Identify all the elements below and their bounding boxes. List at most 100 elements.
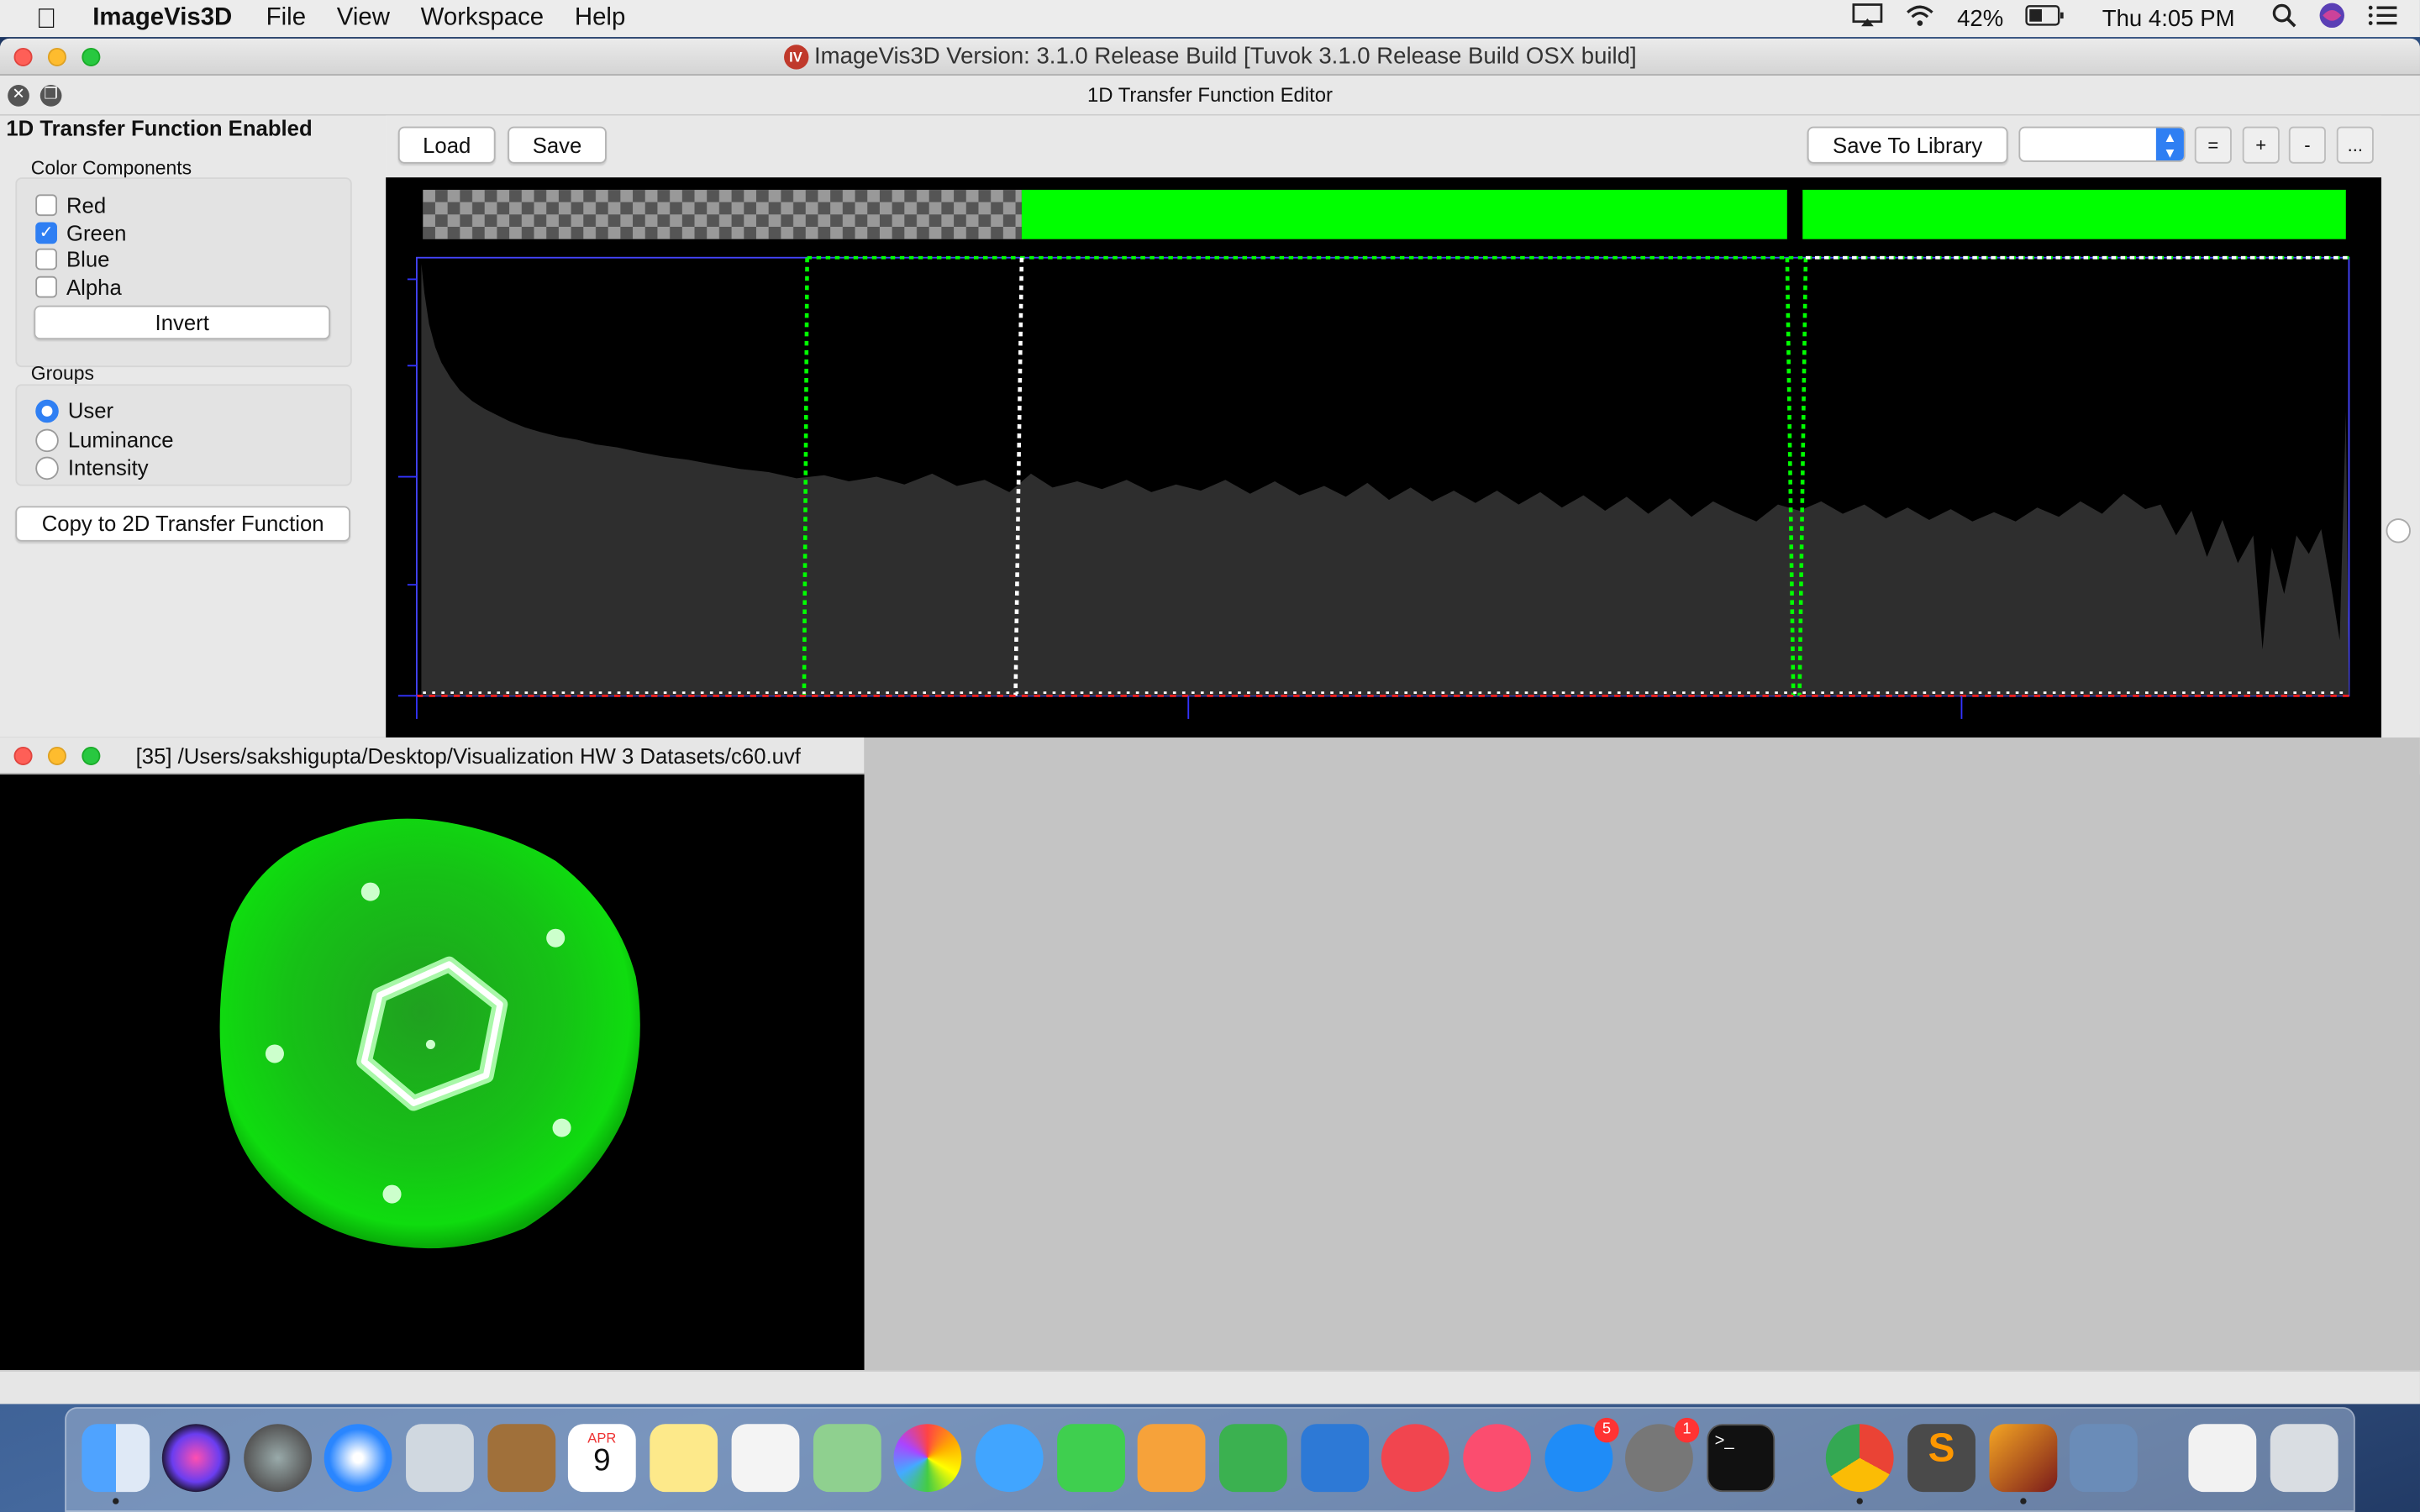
- photos-icon[interactable]: [893, 1424, 962, 1493]
- render-window-titlebar[interactable]: [35] /Users/sakshigupta/Desktop/Visualiz…: [0, 737, 865, 775]
- window-title: ImageVis3D Version: 3.1.0 Release Build …: [814, 43, 1637, 70]
- sublime-icon[interactable]: S: [1907, 1424, 1975, 1493]
- intensity-radio-circle[interactable]: [35, 455, 59, 480]
- blue-checkbox[interactable]: Blue: [35, 247, 109, 271]
- list-icon[interactable]: [2367, 3, 2398, 34]
- news-icon[interactable]: [1381, 1424, 1449, 1493]
- user-radio-label: User: [67, 397, 114, 423]
- copy-to-2d-button[interactable]: Copy to 2D Transfer Function: [15, 506, 350, 542]
- slider-knob[interactable]: [2386, 518, 2411, 543]
- imagevis3d-dock-icon[interactable]: [1989, 1424, 2058, 1504]
- terminal-icon[interactable]: >_: [1707, 1424, 1776, 1493]
- load-button[interactable]: Load: [397, 126, 496, 164]
- mail-icon[interactable]: [406, 1424, 474, 1493]
- clock[interactable]: Thu 4:05 PM: [2102, 5, 2235, 31]
- zoom-button[interactable]: [82, 47, 101, 66]
- keynote-icon[interactable]: [1301, 1424, 1370, 1493]
- menu-app-name[interactable]: ImageVis3D: [92, 5, 250, 33]
- blue-checkbox-box[interactable]: [35, 248, 57, 270]
- minus-button[interactable]: -: [2288, 126, 2326, 164]
- finder-icon[interactable]: [82, 1424, 150, 1504]
- reminders-icon[interactable]: [731, 1424, 800, 1493]
- notes-icon[interactable]: [650, 1424, 718, 1493]
- render-window-title: [35] /Users/sakshigupta/Desktop/Visualiz…: [135, 743, 801, 769]
- red-checkbox[interactable]: Red: [35, 193, 106, 218]
- save-button[interactable]: Save: [508, 126, 607, 164]
- appstore-icon[interactable]: 5: [1544, 1417, 1619, 1493]
- blue-checkbox-label: Blue: [66, 246, 110, 272]
- plus-button[interactable]: +: [2242, 126, 2280, 164]
- panel-splitter[interactable]: [2381, 115, 2420, 775]
- menu-help[interactable]: Help: [559, 5, 640, 33]
- menu-workspace[interactable]: Workspace: [405, 5, 559, 33]
- red-checkbox-box[interactable]: [35, 194, 57, 217]
- music-icon[interactable]: [1463, 1424, 1532, 1493]
- chrome-icon[interactable]: [1825, 1424, 1894, 1504]
- render-area: [35] /Users/sakshigupta/Desktop/Visualiz…: [0, 737, 2420, 1404]
- tf-editor-titlebar[interactable]: ✕ ❐ 1D Transfer Function Editor: [0, 75, 2420, 116]
- c60-render-view[interactable]: [0, 737, 865, 1333]
- airplay-icon[interactable]: [1852, 3, 1883, 34]
- invert-button[interactable]: Invert: [34, 305, 331, 340]
- dock-float-icon[interactable]: ❐: [39, 85, 62, 107]
- more-button[interactable]: ...: [2336, 126, 2374, 164]
- tf-plot-svg[interactable]: [386, 177, 2381, 774]
- minimize-button[interactable]: [47, 47, 66, 66]
- calendar-icon[interactable]: APR 9: [567, 1424, 636, 1493]
- appstore-badge: 5: [1594, 1417, 1619, 1443]
- facetime-icon[interactable]: [1057, 1424, 1125, 1493]
- pages-icon[interactable]: [1137, 1424, 1206, 1493]
- main-window: IV ImageVis3D Version: 3.1.0 Release Buil…: [0, 38, 2420, 1404]
- system-preferences-icon[interactable]: 1: [1625, 1417, 1700, 1493]
- color-preview-green-1: [1021, 189, 1787, 239]
- green-checkbox-label: Green: [66, 220, 127, 246]
- user-radio-circle[interactable]: [35, 398, 59, 423]
- close-button[interactable]: [13, 47, 33, 66]
- dock-close-icon[interactable]: ✕: [8, 85, 29, 107]
- green-checkbox-box[interactable]: ✓: [35, 222, 57, 244]
- contacts-icon[interactable]: [487, 1424, 556, 1493]
- user-radio[interactable]: User: [35, 398, 113, 423]
- preview-icon[interactable]: [2070, 1424, 2138, 1493]
- wifi-icon[interactable]: [1905, 3, 1936, 34]
- luminance-radio[interactable]: Luminance: [35, 428, 174, 452]
- equal-button[interactable]: =: [2194, 126, 2232, 164]
- save-to-library-button[interactable]: Save To Library: [1807, 126, 2008, 164]
- c60-molecule: [219, 818, 640, 1249]
- tf-enabled-label: 1D Transfer Function Enabled: [6, 115, 313, 141]
- alpha-checkbox[interactable]: Alpha: [35, 275, 122, 299]
- siri-icon[interactable]: [2318, 2, 2346, 35]
- numbers-icon[interactable]: [1218, 1424, 1287, 1493]
- menu-view[interactable]: View: [321, 5, 405, 33]
- menu-file[interactable]: File: [250, 5, 321, 33]
- tf-editor-panel: ✕ ❐ 1D Transfer Function Editor 1D Trans…: [0, 75, 2420, 775]
- render-close-button[interactable]: [13, 746, 33, 766]
- histogram-area: [421, 264, 2349, 696]
- launchpad-icon[interactable]: [244, 1424, 313, 1493]
- intensity-radio[interactable]: Intensity: [35, 455, 149, 480]
- library-select[interactable]: ▲ ▼: [2018, 126, 2186, 162]
- document-icon[interactable]: [2188, 1424, 2257, 1493]
- color-components-group: Red ✓ Green Blue Alpha Invert: [15, 177, 352, 368]
- apple-icon[interactable]: : [0, 3, 92, 35]
- trash-icon[interactable]: [2270, 1424, 2338, 1493]
- safari-icon[interactable]: [324, 1424, 392, 1493]
- render-window[interactable]: [35] /Users/sakshigupta/Desktop/Visualiz…: [0, 737, 865, 1370]
- maps-icon[interactable]: [813, 1424, 881, 1493]
- battery-icon[interactable]: [2025, 5, 2065, 33]
- menu-bar:  ImageVis3D File View Workspace Help 42…: [0, 0, 2420, 38]
- tf-histogram-canvas[interactable]: [386, 177, 2382, 775]
- search-icon[interactable]: [2272, 3, 2296, 34]
- luminance-radio-circle[interactable]: [35, 428, 59, 452]
- alpha-checkbox-box[interactable]: [35, 276, 57, 298]
- render-minimize-button[interactable]: [47, 746, 66, 766]
- color-preview-checker: [423, 189, 1022, 239]
- green-checkbox[interactable]: ✓ Green: [35, 221, 126, 245]
- chevron-updown-icon[interactable]: ▲ ▼: [2155, 128, 2184, 161]
- alpha-checkbox-label: Alpha: [66, 274, 122, 300]
- render-zoom-button[interactable]: [82, 746, 101, 766]
- siri-dock-icon[interactable]: [161, 1424, 230, 1493]
- main-window-titlebar[interactable]: IV ImageVis3D Version: 3.1.0 Release Buil…: [0, 38, 2420, 76]
- menu-extras: 42% Thu 4:05 PM: [1852, 0, 2420, 37]
- messages-icon[interactable]: [975, 1424, 1044, 1493]
